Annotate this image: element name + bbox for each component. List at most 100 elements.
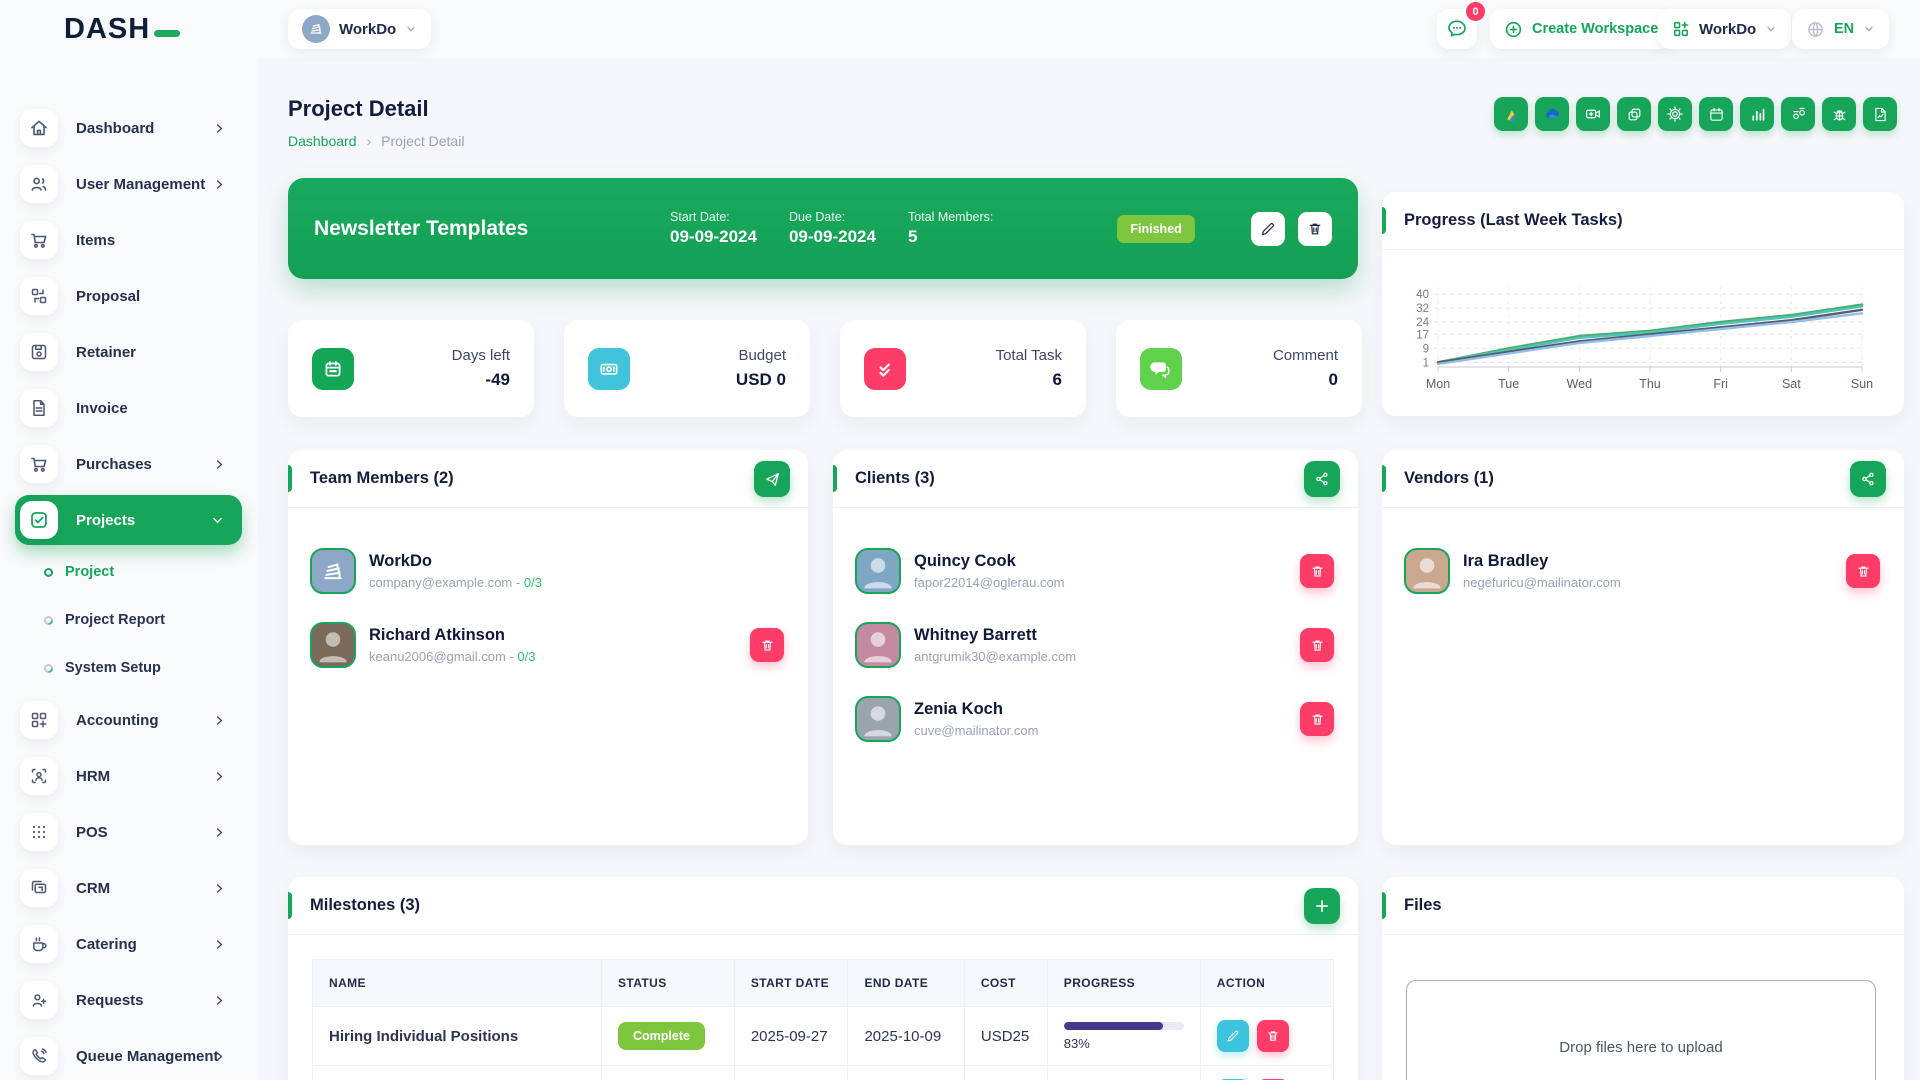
progress-chart-header: Progress (Last Week Tasks) <box>1382 192 1904 250</box>
remove-member-button[interactable] <box>750 628 784 662</box>
topbar: DASH WorkDo 0 Create Workspace WorkDo EN <box>0 0 1920 58</box>
bar-chart-button[interactable] <box>1740 97 1774 131</box>
vendor-row: Ira Bradley negefuricu@mailinator.com <box>1404 534 1882 608</box>
sidebar-item-label: Queue Management <box>76 1048 219 1065</box>
svg-text:Mon: Mon <box>1426 377 1450 391</box>
remove-client-button[interactable] <box>1300 554 1334 588</box>
time-tracker-icon <box>1790 106 1807 123</box>
edit-milestone-button[interactable] <box>1217 1020 1249 1052</box>
plus-circle-icon <box>1504 20 1523 39</box>
remove-client-button[interactable] <box>1300 628 1334 662</box>
client-name: Quincy Cook <box>914 552 1065 571</box>
sidebar-item-catering[interactable]: Catering <box>0 916 258 972</box>
member-name: WorkDo <box>369 552 542 571</box>
breadcrumb-dashboard-link[interactable]: Dashboard <box>288 133 357 149</box>
bug-report-button[interactable] <box>1822 97 1856 131</box>
sidebar-item-requests[interactable]: Requests <box>0 972 258 1028</box>
col-name: NAME <box>313 960 602 1007</box>
file-dropzone[interactable]: Drop files here to upload <box>1406 980 1876 1080</box>
sidebar-subitem-project[interactable]: Project <box>0 548 258 596</box>
workspace-avatar <box>302 15 330 43</box>
sidebar-subitem-system-setup[interactable]: System Setup <box>0 644 258 692</box>
sidebar-item-items[interactable]: Items <box>0 212 258 268</box>
sidebar-item-user-management[interactable]: User Management <box>0 156 258 212</box>
delete-milestone-button[interactable] <box>1257 1020 1289 1052</box>
sidebar-item-pos[interactable]: POS <box>0 804 258 860</box>
share-clients-button[interactable] <box>1304 461 1340 497</box>
sidebar-item-projects[interactable]: Projects <box>15 495 242 545</box>
logo-dash-accent <box>154 30 180 37</box>
app-logo[interactable]: DASH <box>64 13 180 46</box>
sidebar-item-accounting[interactable]: Accounting <box>0 692 258 748</box>
milestone-start: 2025-09-27 <box>734 1007 848 1066</box>
client-avatar <box>855 622 901 668</box>
cart-icon <box>20 445 58 483</box>
page-title: Project Detail <box>288 96 429 122</box>
calendar-icon <box>312 348 354 390</box>
google-drive-button[interactable] <box>1494 97 1528 131</box>
calendar-button[interactable] <box>1699 97 1733 131</box>
sidebar-item-invoice[interactable]: Invoice <box>0 380 258 436</box>
share-vendors-button[interactable] <box>1850 461 1886 497</box>
time-tracker-button[interactable] <box>1781 97 1815 131</box>
onedrive-button[interactable] <box>1535 97 1569 131</box>
workdo-menu-button[interactable]: WorkDo <box>1658 9 1791 49</box>
video-record-button[interactable] <box>1576 97 1610 131</box>
milestone-progress <box>1047 1066 1200 1080</box>
client-row: Zenia Koch cuve@mailinator.com <box>855 682 1336 756</box>
report-file-button[interactable] <box>1863 97 1897 131</box>
client-avatar <box>855 548 901 594</box>
bug-icon <box>1831 106 1848 123</box>
sidebar-item-label: Projects <box>76 512 135 529</box>
sidebar-item-proposal[interactable]: Proposal <box>0 268 258 324</box>
stat-value: 0 <box>1273 370 1338 390</box>
accent-bar <box>1382 465 1386 492</box>
client-email: antgrumik30@example.com <box>914 649 1076 664</box>
workspace-switcher[interactable]: WorkDo <box>288 9 431 49</box>
pencil-icon <box>1226 1029 1240 1043</box>
grid-plus-icon <box>20 701 58 739</box>
language-selector[interactable]: EN <box>1792 9 1889 49</box>
remove-vendor-button[interactable] <box>1846 554 1880 588</box>
clients-card: Clients (3) Quincy Cook fapor22014@ogler… <box>833 450 1358 845</box>
member-avatar <box>310 622 356 668</box>
sidebar-item-crm[interactable]: CRM <box>0 860 258 916</box>
member-name: Richard Atkinson <box>369 626 535 645</box>
copy-button[interactable] <box>1617 97 1651 131</box>
sidebar-item-label: Catering <box>76 936 137 953</box>
settings-button[interactable] <box>1658 97 1692 131</box>
chevron-right-icon <box>213 178 226 191</box>
add-milestone-button[interactable] <box>1304 888 1340 924</box>
sidebar-item-queue-management[interactable]: Queue Management <box>0 1028 258 1080</box>
start-date-field: Start Date: 09-09-2024 <box>670 210 757 247</box>
due-date-label: Due Date: <box>789 210 876 224</box>
invite-member-button[interactable] <box>754 461 790 497</box>
total-members-field: Total Members: 5 <box>908 210 993 247</box>
sidebar-item-retainer[interactable]: Retainer <box>0 324 258 380</box>
check-square-icon <box>20 501 58 539</box>
col-progress: PROGRESS <box>1047 960 1200 1007</box>
remove-client-button[interactable] <box>1300 702 1334 736</box>
milestones-table: NAME STATUS START DATE END DATE COST PRO… <box>312 959 1334 1080</box>
client-name: Zenia Koch <box>914 700 1038 719</box>
edit-project-button[interactable] <box>1251 212 1285 246</box>
delete-project-button[interactable] <box>1298 212 1332 246</box>
svg-text:40: 40 <box>1416 289 1429 301</box>
clients-list: Quincy Cook fapor22014@oglerau.com Whitn… <box>833 508 1358 756</box>
sidebar-item-label: HRM <box>76 768 110 785</box>
stat-total-task: Total Task6 <box>840 320 1086 417</box>
chevron-down-icon <box>1863 23 1875 35</box>
sidebar-item-dashboard[interactable]: Dashboard <box>0 100 258 156</box>
vendor-email: negefuricu@mailinator.com <box>1463 575 1621 590</box>
messenger-button[interactable]: 0 <box>1437 9 1477 49</box>
banner-actions <box>1251 212 1332 246</box>
sidebar-item-purchases[interactable]: Purchases <box>0 436 258 492</box>
create-workspace-button[interactable]: Create Workspace <box>1490 9 1672 49</box>
sidebar-item-hrm[interactable]: HRM <box>0 748 258 804</box>
sidebar-subitem-project-report[interactable]: Project Report <box>0 596 258 644</box>
start-date-value: 09-09-2024 <box>670 227 757 247</box>
chat-icon <box>1446 18 1468 40</box>
trash-icon <box>1856 564 1871 579</box>
client-row: Quincy Cook fapor22014@oglerau.com <box>855 534 1336 608</box>
status-badge: Finished <box>1117 215 1194 243</box>
